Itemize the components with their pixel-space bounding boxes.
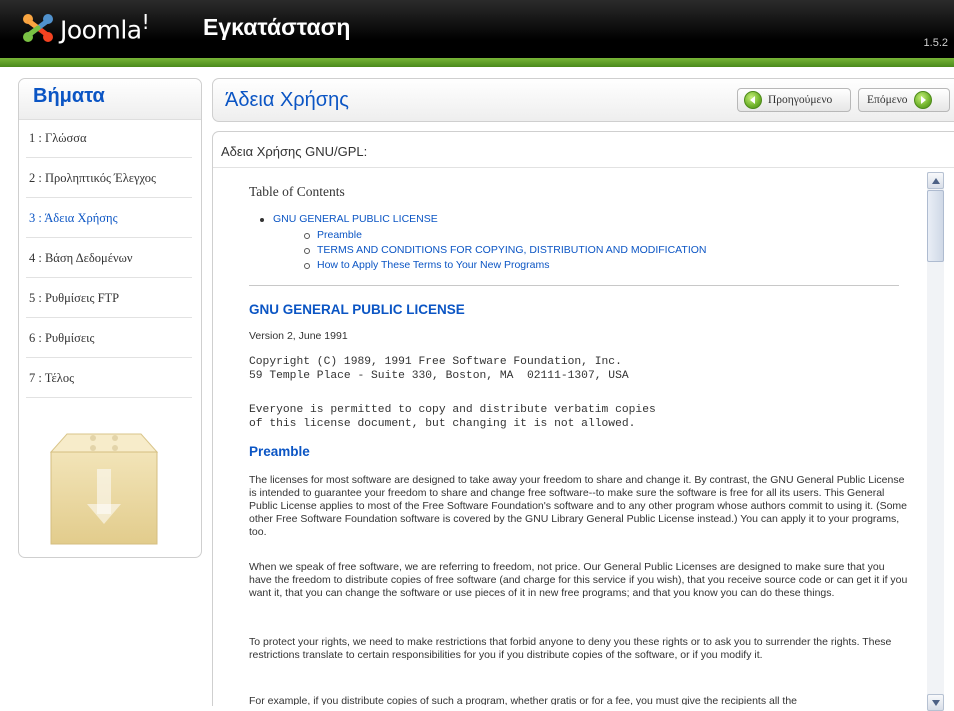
license-title: Αδεια Χρήσης GNU/GPL: xyxy=(221,144,368,159)
scrollbar-thumb[interactable] xyxy=(927,190,944,262)
next-button-label: Επόμενο xyxy=(867,94,908,106)
prev-arrow-icon xyxy=(744,91,762,109)
page-title: Εγκατάσταση xyxy=(203,14,351,40)
license-heading: GNU GENERAL PUBLIC LICENSE xyxy=(249,302,465,317)
permission-line-1: Everyone is permitted to copy and distri… xyxy=(249,404,656,416)
scroll-up-icon[interactable] xyxy=(927,172,944,189)
next-arrow-icon xyxy=(913,91,932,109)
toc-link-howto[interactable]: How to Apply These Terms to Your New Pro… xyxy=(304,259,549,271)
previous-button-label: Προηγούμενο xyxy=(768,94,833,106)
divider xyxy=(249,285,899,286)
steps-panel: Βήματα 1 : Γλώσσα 2 : Προληπτικός Έλεγχο… xyxy=(18,78,202,558)
preamble-paragraph-3: To protect your rights, we need to make … xyxy=(249,636,892,661)
step-license: 3 : Άδεια Χρήσης xyxy=(26,199,192,238)
step-finish: 7 : Τέλος xyxy=(26,359,192,398)
license-scrollbar[interactable] xyxy=(927,172,944,711)
previous-button[interactable]: Προηγούμενο xyxy=(737,88,851,112)
step-ftp: 5 : Ρυθμίσεις FTP xyxy=(26,279,192,318)
joomla-logo-icon xyxy=(23,14,53,42)
bullet xyxy=(304,248,310,254)
preamble-paragraph-4: For example, if you distribute copies of… xyxy=(249,695,798,705)
version-label: 1.5.2 xyxy=(923,37,948,49)
bullet xyxy=(260,218,264,222)
scroll-down-icon[interactable] xyxy=(927,694,944,711)
step-precheck: 2 : Προληπτικός Έλεγχος xyxy=(26,159,192,198)
step-database: 4 : Βάση Δεδομένων xyxy=(26,239,192,278)
preamble-heading: Preamble xyxy=(249,444,310,459)
bullet xyxy=(304,233,310,239)
permission-line-2: of this license document, but changing i… xyxy=(249,418,636,430)
toc-link-preamble[interactable]: Preamble xyxy=(304,229,362,241)
step-language: 1 : Γλώσσα xyxy=(26,119,192,158)
header-accent-line xyxy=(0,58,954,67)
license-text-frame[interactable]: Table of Contents GNU GENERAL PUBLIC LIC… xyxy=(221,172,921,705)
header-bar: Joomla! Εγκατάσταση 1.5.2 xyxy=(0,0,954,58)
divider xyxy=(213,167,954,168)
install-box-icon xyxy=(49,433,159,545)
bullet xyxy=(304,263,310,269)
section-title: Άδεια Χρήσης xyxy=(225,89,349,111)
toc-link-gpl[interactable]: GNU GENERAL PUBLIC LICENSE xyxy=(260,213,438,225)
next-button[interactable]: Επόμενο xyxy=(858,88,950,112)
steps-title: Βήματα xyxy=(33,85,105,107)
copyright-line-1: Copyright (C) 1989, 1991 Free Software F… xyxy=(249,356,622,368)
copyright-line-2: 59 Temple Place - Suite 330, Boston, MA … xyxy=(249,370,629,382)
brand-name: Joomla! xyxy=(60,10,150,45)
license-version: Version 2, June 1991 xyxy=(249,330,348,342)
preamble-paragraph-1: The licenses for most software are desig… xyxy=(249,474,908,538)
step-configuration: 6 : Ρυθμίσεις xyxy=(26,319,192,358)
preamble-paragraph-2: When we speak of free software, we are r… xyxy=(249,561,908,599)
main-header: Άδεια Χρήσης Προηγούμενο Επόμενο xyxy=(212,78,954,122)
toc-link-terms[interactable]: TERMS AND CONDITIONS FOR COPYING, DISTRI… xyxy=(304,244,707,256)
toc-title: Table of Contents xyxy=(249,184,345,199)
